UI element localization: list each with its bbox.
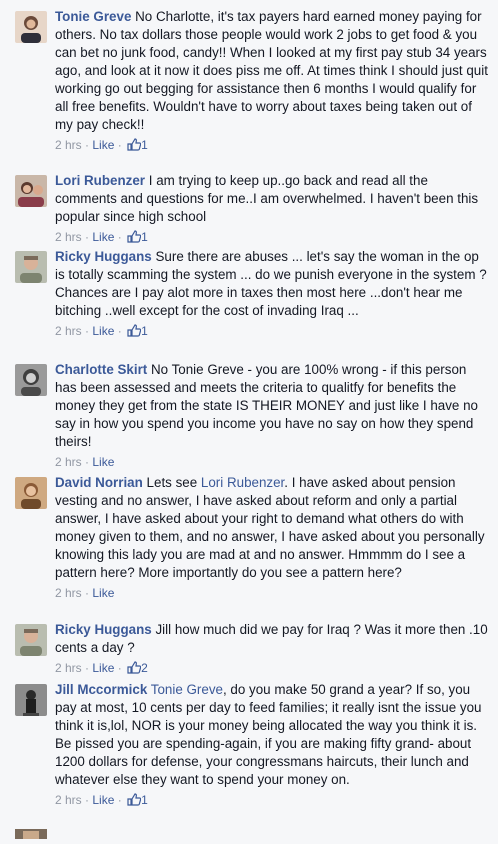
comment-body: Jill Mccormick Tonie Greve, do you make … [55, 681, 490, 808]
avatar[interactable] [15, 624, 47, 656]
timestamp[interactable]: 2 hrs [55, 455, 82, 469]
separator: · [117, 793, 122, 807]
author-name[interactable]: David Norrian [55, 475, 143, 490]
timestamp[interactable]: 2 hrs [55, 324, 82, 338]
comment-meta: 2 hrs · Like · 1 [55, 229, 490, 245]
thumbs-up-icon [127, 138, 142, 151]
comment-content: . I have asked about pension vesting and… [55, 475, 485, 580]
avatar[interactable] [15, 11, 47, 43]
separator: · [117, 661, 122, 675]
mention-link[interactable]: Tonie Greve [151, 682, 223, 697]
avatar[interactable] [15, 251, 47, 283]
comment-body: Tonie Greve No Charlotte, it's tax payer… [55, 8, 490, 153]
separator: · [85, 324, 90, 338]
comment-body: Ricky Huggans Jill how much did we pay f… [55, 621, 490, 676]
like-button[interactable]: Like [92, 455, 114, 469]
like-count-link[interactable]: 1 [125, 138, 148, 152]
like-count: 1 [141, 324, 148, 338]
separator: · [117, 324, 122, 338]
separator: · [85, 793, 90, 807]
comment-meta: 2 hrs · Like · 1 [55, 137, 490, 153]
avatar[interactable] [15, 477, 47, 509]
like-button[interactable]: Like [92, 586, 114, 600]
timestamp[interactable]: 2 hrs [55, 661, 82, 675]
like-count: 2 [141, 661, 148, 675]
author-name[interactable]: Ricky Huggans [55, 249, 152, 264]
comment-text: Ricky Huggans Sure there are abuses ... … [55, 248, 490, 320]
comment-meta: 2 hrs · Like · 1 [55, 323, 490, 339]
comment-content: , do you make 50 grand a year? If so, yo… [55, 682, 482, 787]
separator: · [117, 138, 122, 152]
avatar[interactable] [15, 175, 47, 207]
timestamp[interactable]: 2 hrs [55, 230, 82, 244]
comment-text: Tonie Greve No Charlotte, it's tax payer… [55, 8, 490, 134]
timestamp[interactable]: 2 hrs [55, 793, 82, 807]
author-name[interactable]: Tonie Greve [55, 9, 131, 24]
comment-meta: 2 hrs · Like · 1 [55, 792, 490, 808]
comment-content: No Charlotte, it's tax payers hard earne… [55, 9, 488, 132]
timestamp[interactable]: 2 hrs [55, 586, 82, 600]
like-button[interactable]: Like [92, 793, 114, 807]
separator: · [85, 230, 90, 244]
thumbs-up-icon [127, 324, 142, 337]
like-count-link[interactable]: 1 [125, 324, 148, 338]
comment-body: Charlotte Skirt No Tonie Greve - you are… [55, 361, 490, 470]
like-count-link[interactable]: 2 [125, 661, 148, 675]
like-count: 1 [141, 230, 148, 244]
like-count: 1 [141, 138, 148, 152]
comment-text-before: Lets see [146, 475, 198, 490]
comment-body: David Norrian Lets see Lori Rubenzer. I … [55, 474, 490, 601]
separator: · [85, 138, 90, 152]
avatar[interactable] [15, 826, 47, 839]
avatar[interactable] [15, 364, 47, 396]
author-name[interactable]: Jill Mccormick [55, 682, 147, 697]
like-count-link[interactable]: 1 [125, 230, 148, 244]
thumbs-up-icon [127, 230, 142, 243]
timestamp[interactable]: 2 hrs [55, 138, 82, 152]
comment-body: Lori Rubenzer I am trying to keep up..go… [55, 172, 490, 245]
thumbs-up-icon [127, 661, 142, 674]
avatar[interactable] [15, 684, 47, 716]
like-button[interactable]: Like [92, 138, 114, 152]
like-count: 1 [141, 793, 148, 807]
comment-text: Lori Rubenzer I am trying to keep up..go… [55, 172, 490, 226]
comment-text: Charlotte Skirt No Tonie Greve - you are… [55, 361, 490, 451]
like-count-link[interactable]: 1 [125, 793, 148, 807]
author-name[interactable]: Ricky Huggans [55, 622, 152, 637]
like-button[interactable]: Like [92, 230, 114, 244]
comment-text: Jill Mccormick Tonie Greve, do you make … [55, 681, 490, 789]
separator: · [85, 661, 90, 675]
separator: · [85, 586, 90, 600]
comment-meta: 2 hrs · Like [55, 585, 490, 601]
author-name[interactable]: Lori Rubenzer [55, 173, 145, 188]
comment-body: Ricky Huggans Sure there are abuses ... … [55, 248, 490, 339]
comment-text: David Norrian Lets see Lori Rubenzer. I … [55, 474, 490, 582]
author-name[interactable]: Charlotte Skirt [55, 362, 147, 377]
like-button[interactable]: Like [92, 661, 114, 675]
comment-meta: 2 hrs · Like [55, 454, 490, 470]
separator: · [85, 455, 90, 469]
separator: · [117, 230, 122, 244]
comment-meta: 2 hrs · Like · 2 [55, 660, 490, 676]
mention-link[interactable]: Lori Rubenzer [201, 475, 284, 490]
comment-text: Ricky Huggans Jill how much did we pay f… [55, 621, 490, 657]
thumbs-up-icon [127, 793, 142, 806]
like-button[interactable]: Like [92, 324, 114, 338]
